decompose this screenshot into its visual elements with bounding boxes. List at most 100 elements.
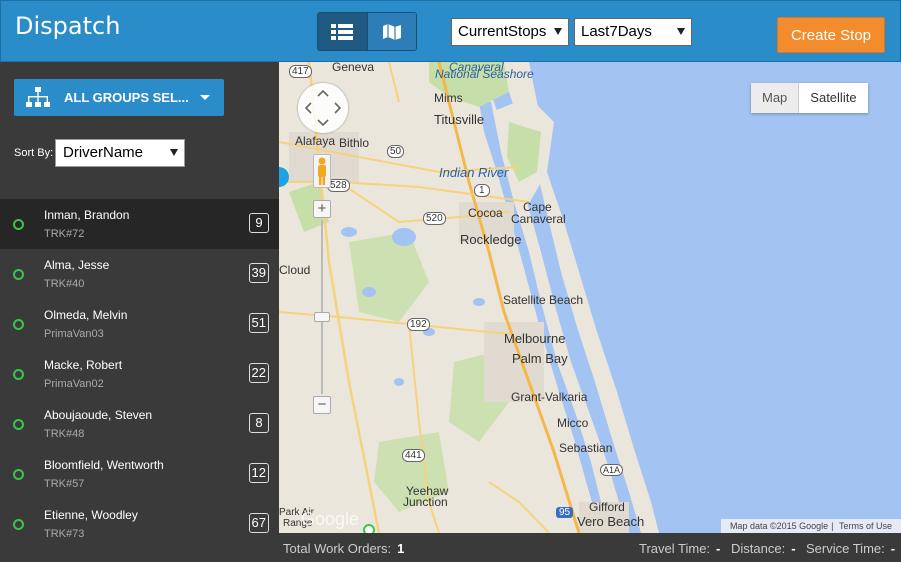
map-place-label: National Seashore [435, 67, 534, 81]
status-dot-icon [13, 469, 24, 480]
driver-item[interactable]: Macke, Robert PrimaVan02 22 [0, 349, 279, 399]
driver-truck: TRK#72 [44, 228, 85, 240]
stop-count-badge: 22 [248, 363, 269, 383]
driver-name: Inman, Brandon [44, 208, 130, 222]
stops-filter-value: CurrentStops [458, 23, 547, 40]
org-chart-icon [26, 86, 50, 107]
terms-of-use-link[interactable]: Terms of Use [839, 521, 892, 531]
stop-count-badge: 51 [248, 313, 269, 333]
map-place-label: Titusville [434, 112, 485, 127]
driver-list: Inman, Brandon TRK#72 9 Alma, Jesse TRK#… [0, 199, 279, 549]
map-place-label: Sebastian [559, 441, 613, 455]
driver-truck: PrimaVan03 [44, 328, 104, 340]
map-place-label: Micco [557, 416, 589, 430]
map-place-label: Satellite Beach [503, 293, 584, 307]
map-place-label: Mims [434, 91, 463, 105]
date-filter-select[interactable]: Last7Days [574, 18, 692, 46]
map-place-label: Bithlo [339, 136, 370, 150]
service-time-value: - [890, 541, 896, 556]
zoom-in-button[interactable]: + [313, 200, 331, 218]
service-time-label: Service Time: [806, 541, 885, 556]
driver-name: Etienne, Woodley [44, 508, 138, 522]
highway-shield: 520 [423, 212, 446, 225]
create-stop-button[interactable]: Create Stop [777, 17, 885, 53]
street-view-pegman-icon[interactable] [313, 154, 331, 188]
driver-truck: TRK#40 [44, 278, 85, 290]
google-logo: Google [301, 509, 360, 529]
stop-count-badge: 39 [248, 263, 269, 283]
status-dot-icon [13, 319, 24, 330]
map-data-credit: Map data ©2015 Google [729, 521, 829, 531]
map-place-label: Cloud [279, 263, 311, 277]
status-dot-icon [13, 269, 24, 280]
map-tiles [279, 62, 901, 533]
map-type-satellite-button[interactable]: Satellite [799, 83, 868, 113]
list-icon [331, 23, 354, 40]
caret-down-icon [200, 95, 210, 100]
status-dot-icon [13, 419, 24, 430]
travel-time-summary: Travel Time: - [639, 541, 720, 556]
map-view-button[interactable] [366, 13, 416, 50]
map-attribution: Map data ©2015 Google | Terms of Use [720, 519, 901, 533]
date-filter-value: Last7Days [581, 23, 652, 40]
highway-shield: A1A [600, 464, 624, 476]
sort-value: DriverName [63, 144, 144, 161]
dropdown-arrow-icon [554, 28, 562, 35]
status-dot-icon [13, 219, 24, 230]
stop-count-badge: 8 [249, 413, 269, 433]
driver-name: Alma, Jesse [44, 258, 110, 272]
list-view-button[interactable] [318, 13, 367, 50]
sort-select[interactable]: DriverName [55, 139, 185, 167]
map-place-label: Alafaya [295, 134, 336, 148]
zoom-slider-thumb[interactable] [314, 312, 330, 322]
zoom-out-button[interactable]: − [313, 396, 331, 414]
map-place-label: Junction [403, 495, 448, 509]
map-place-label: Gifford [589, 500, 625, 514]
stops-filter-select[interactable]: CurrentStops [451, 18, 569, 46]
groups-dropdown-button[interactable]: ALL GROUPS SEL... [14, 79, 224, 116]
service-time-summary: Service Time: - [806, 541, 895, 556]
stop-count-badge: 9 [249, 213, 269, 233]
app-title: Dispatch [15, 12, 121, 40]
driver-name: Bloomfield, Wentworth [44, 458, 164, 472]
highway-shield: 95 [556, 507, 574, 518]
pan-control[interactable] [298, 83, 348, 133]
map-type-control: Map Satellite [751, 83, 868, 113]
driver-truck: TRK#73 [44, 528, 85, 540]
highway-shield: 441 [402, 449, 425, 462]
stop-count-badge: 67 [248, 513, 269, 533]
groups-label: ALL GROUPS SEL... [64, 90, 189, 105]
distance-label: Distance: [731, 541, 786, 556]
map-place-label: Canaveral [511, 212, 566, 226]
summary-footer: Total Work Orders: 1 Travel Time: - Distan… [279, 533, 901, 562]
app-header: Dispatch CurrentStops Last7Days Create S… [0, 0, 901, 62]
map-place-label: Cocoa [468, 206, 503, 220]
pan-arrows-icon [304, 89, 342, 127]
driver-name: Olmeda, Melvin [44, 308, 128, 322]
map-place-label: Indian River [439, 165, 509, 180]
map-place-label: Vero Beach [577, 514, 645, 529]
highway-shield: 1 [474, 184, 490, 197]
map-place-label: Rockledge [460, 232, 522, 247]
driver-item[interactable]: Bloomfield, Wentworth TRK#57 12 [0, 449, 279, 499]
map-canvas[interactable]: Geneva Canaveral National Seashore Mims … [279, 62, 901, 533]
map-type-map-button[interactable]: Map [751, 83, 800, 113]
driver-sidebar: ALL GROUPS SEL... Sort By: DriverName In… [0, 62, 279, 562]
highway-shield: 417 [289, 65, 312, 78]
map-icon [382, 23, 401, 40]
status-dot-icon [13, 519, 24, 530]
driver-item[interactable]: Olmeda, Melvin PrimaVan03 51 [0, 299, 279, 349]
work-orders-label: Total Work Orders: [283, 541, 392, 556]
driver-item[interactable]: Inman, Brandon TRK#72 9 [0, 199, 279, 249]
driver-item[interactable]: Alma, Jesse TRK#40 39 [0, 249, 279, 299]
map-place-label: Melbourne [504, 331, 566, 346]
driver-item[interactable]: Aboujaoude, Steven TRK#48 8 [0, 399, 279, 449]
map-place-label: Geneva [332, 62, 375, 74]
status-dot-icon [13, 369, 24, 380]
driver-item[interactable]: Etienne, Woodley TRK#73 67 [0, 499, 279, 549]
driver-name: Aboujaoude, Steven [44, 408, 153, 422]
zoom-slider-track[interactable] [321, 220, 323, 394]
travel-time-value: - [716, 541, 721, 556]
stop-count-badge: 12 [248, 463, 269, 483]
travel-time-label: Travel Time: [639, 541, 711, 556]
